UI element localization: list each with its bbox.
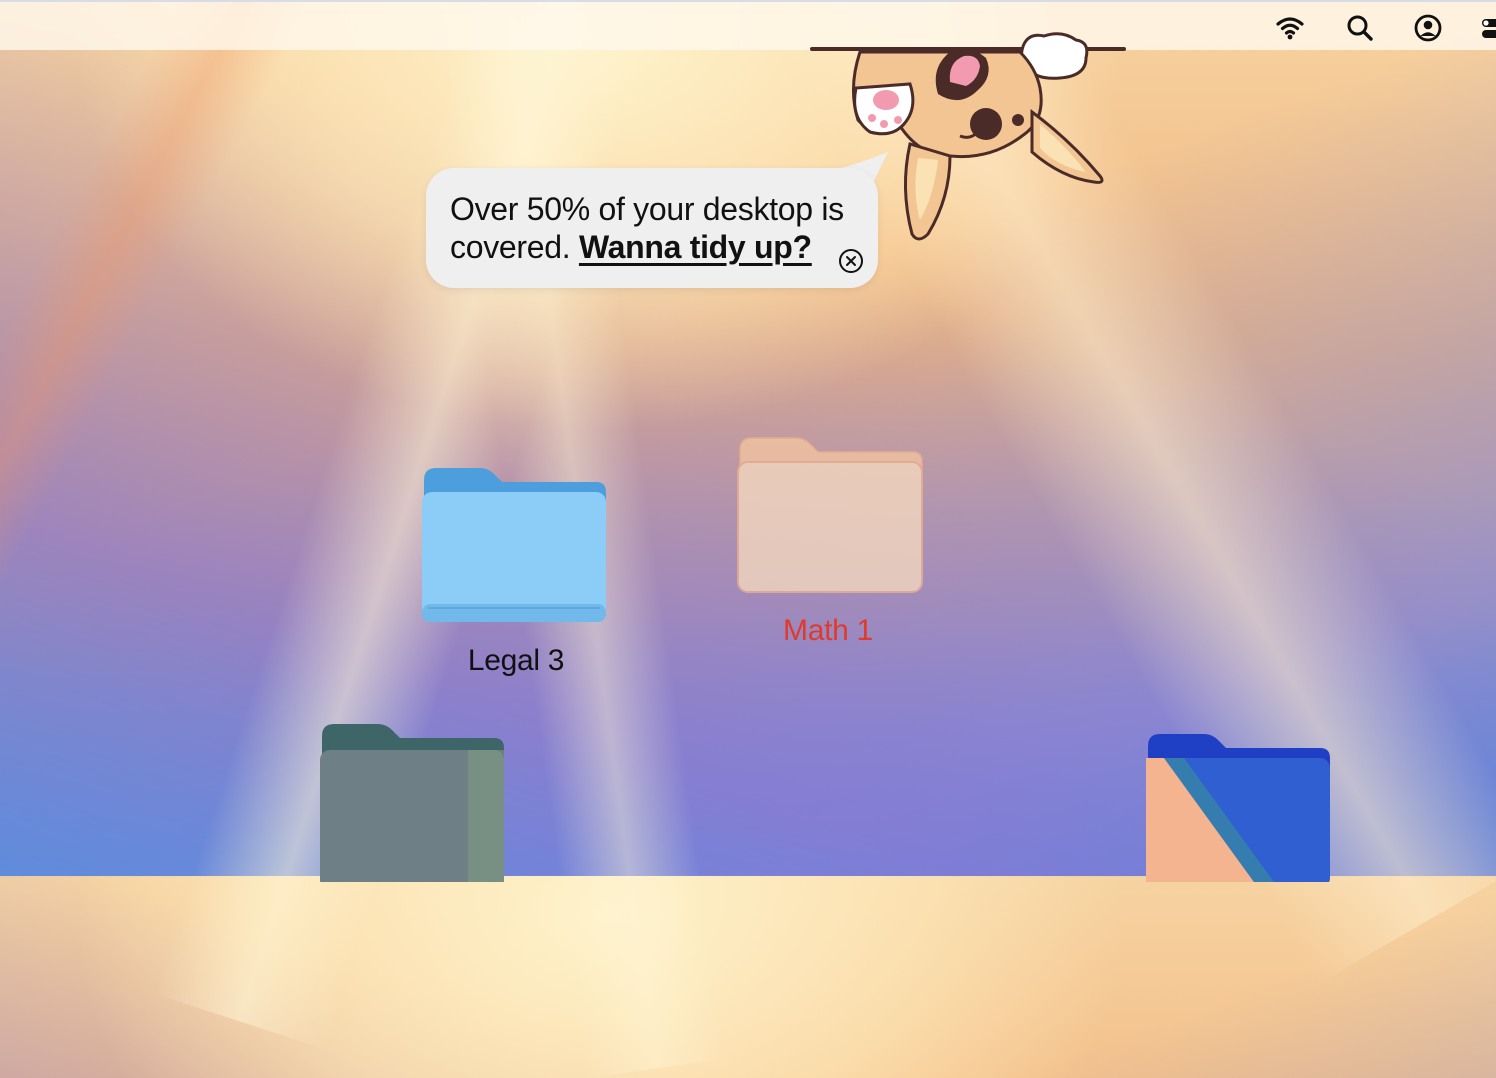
menu-bar: [0, 0, 1496, 50]
search-icon[interactable]: [1346, 14, 1374, 42]
tidy-up-prompt: Over 50% of your desktop is covered. Wan…: [426, 168, 878, 288]
wallpaper-beam: [0, 0, 363, 968]
control-center-icon[interactable]: [1478, 14, 1496, 42]
close-circle-icon[interactable]: [838, 248, 864, 274]
tidy-up-message: Over 50% of your desktop is covered. Wan…: [450, 190, 854, 266]
folder-label-selected[interactable]: Math 1: [708, 614, 948, 648]
folder-label[interactable]: Legal 3: [396, 644, 636, 678]
folder-icon[interactable]: [318, 722, 506, 882]
folder-icon[interactable]: [1144, 732, 1332, 882]
wifi-icon[interactable]: [1276, 14, 1304, 42]
folder-icon[interactable]: [736, 436, 924, 594]
folder-icon[interactable]: [420, 466, 608, 624]
tidy-up-link[interactable]: Wanna tidy up?: [579, 229, 812, 265]
user-account-icon[interactable]: [1414, 14, 1442, 42]
